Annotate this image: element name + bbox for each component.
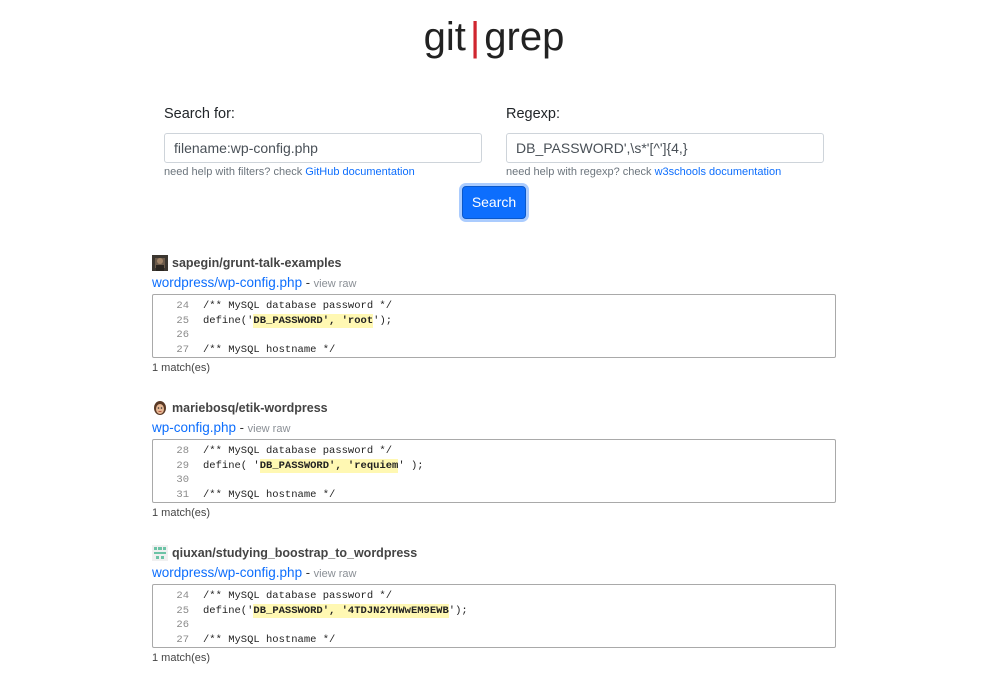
code-line: 30	[153, 473, 835, 488]
code-text: /** MySQL hostname */	[203, 343, 336, 356]
line-number: 26	[176, 619, 189, 631]
line-number: 28	[176, 445, 189, 457]
result-card: mariebosq/etik-wordpress wp-config.php -…	[152, 399, 836, 520]
match-highlight: DB_PASSWORD', '4TDJN2YHWwEM9EWB	[253, 603, 449, 618]
line-number: 29	[176, 459, 189, 472]
view-raw-link[interactable]: view raw	[314, 568, 357, 580]
code-text: ');	[448, 604, 468, 617]
code-snippet: 24 /** MySQL database password */ 25 defin…	[152, 294, 836, 358]
match-count: 1 match(es)	[152, 507, 211, 519]
repo-name[interactable]: qiuxan/studying_boostrap_to_wordpress	[172, 546, 417, 560]
repo-avatar-icon	[152, 400, 168, 416]
result-card: qiuxan/studying_boostrap_to_wordpress wo…	[152, 544, 836, 665]
search-button[interactable]: Search	[462, 186, 526, 219]
site-logo[interactable]: git | grep	[0, 14, 988, 60]
code-line: 24 /** MySQL database password */	[153, 589, 835, 604]
code-text: /** MySQL hostname */	[203, 488, 336, 501]
file-separator: -	[302, 275, 314, 290]
code-text: ' );	[398, 459, 424, 472]
line-number: 24	[176, 300, 189, 312]
file-line: wp-config.php - view raw	[152, 419, 836, 437]
code-line: 28 /** MySQL database password */	[153, 444, 835, 459]
code-line: 25 define(' DB_PASSWORD', '4TDJN2YHWwEM9EW…	[153, 603, 835, 618]
regexp-help: need help with regexp? check w3schools d…	[506, 165, 824, 179]
match-highlight: DB_PASSWORD', 'requiem	[259, 458, 399, 473]
code-snippet: 28 /** MySQL database password */ 29 defin…	[152, 439, 836, 503]
code-text: /** MySQL database password */	[203, 445, 393, 457]
search-label: Search for:	[164, 106, 235, 122]
file-line: wordpress/wp-config.php - view raw	[152, 564, 836, 582]
result-card: sapegin/grunt-talk-examples wordpress/wp…	[152, 254, 836, 375]
file-separator: -	[302, 565, 314, 580]
file-link[interactable]: wordpress/wp-config.php	[152, 565, 302, 580]
code-line: 31 /** MySQL hostname */	[153, 488, 835, 503]
code-text: define('	[203, 314, 254, 327]
code-text: /** MySQL database password */	[203, 300, 393, 312]
code-snippet: 24 /** MySQL database password */ 25 defin…	[152, 584, 836, 648]
search-field-group: Search for: filename:wp-config.php need …	[164, 104, 482, 179]
line-number: 25	[176, 604, 189, 617]
file-line: wordpress/wp-config.php - view raw	[152, 274, 836, 292]
search-help: need help with filters? check GitHub doc…	[164, 165, 482, 179]
repo-name[interactable]: sapegin/grunt-talk-examples	[172, 256, 342, 270]
match-count: 1 match(es)	[152, 362, 211, 374]
github-docs-link[interactable]: GitHub documentation	[305, 166, 414, 178]
line-number: 27	[176, 633, 189, 646]
file-link[interactable]: wordpress/wp-config.php	[152, 275, 302, 290]
regexp-field-group: Regexp: DB_PASSWORD',\s*'[^']{4,} need h…	[506, 104, 824, 179]
code-line: 27 /** MySQL hostname */	[153, 343, 835, 358]
code-line: 24 /** MySQL database password */	[153, 299, 835, 314]
regexp-help-text: need help with regexp? check	[506, 166, 655, 178]
code-line: 25 define(' DB_PASSWORD', 'root ');	[153, 313, 835, 328]
view-raw-link[interactable]: view raw	[248, 423, 291, 435]
repo-avatar-icon	[152, 255, 168, 271]
code-text: /** MySQL database password */	[203, 590, 393, 602]
file-link[interactable]: wp-config.php	[152, 420, 236, 435]
repo-line: mariebosq/etik-wordpress	[152, 399, 836, 417]
code-text: /** MySQL hostname */	[203, 633, 336, 646]
search-help-text: need help with filters? check	[164, 166, 306, 178]
repo-avatar-icon	[152, 545, 168, 561]
line-number: 25	[176, 314, 189, 327]
regexp-input[interactable]: DB_PASSWORD',\s*'[^']{4,}	[506, 133, 824, 163]
logo-git: git	[423, 15, 466, 59]
line-number: 24	[176, 590, 189, 602]
logo-separator: |	[469, 15, 481, 59]
code-line: 29 define( ' DB_PASSWORD', 'requiem ' );	[153, 458, 835, 473]
line-number: 30	[176, 474, 189, 486]
w3schools-docs-link[interactable]: w3schools documentation	[655, 166, 782, 178]
view-raw-link[interactable]: view raw	[314, 278, 357, 290]
line-number: 26	[176, 329, 189, 341]
line-number: 31	[176, 488, 189, 501]
code-text: ');	[373, 314, 393, 327]
file-separator: -	[236, 420, 248, 435]
repo-line: sapegin/grunt-talk-examples	[152, 254, 836, 272]
line-number: 27	[176, 343, 189, 356]
repo-name[interactable]: mariebosq/etik-wordpress	[172, 401, 328, 415]
match-highlight: DB_PASSWORD', 'root	[253, 313, 374, 328]
search-input[interactable]: filename:wp-config.php	[164, 133, 482, 163]
code-line: 27 /** MySQL hostname */	[153, 633, 835, 648]
code-line: 26	[153, 328, 835, 343]
repo-line: qiuxan/studying_boostrap_to_wordpress	[152, 544, 836, 562]
code-text: define( '	[203, 459, 260, 472]
match-count: 1 match(es)	[152, 652, 211, 664]
regexp-label: Regexp:	[506, 106, 561, 122]
logo-grep: grep	[484, 15, 565, 59]
code-text: define('	[203, 604, 254, 617]
code-line: 26	[153, 618, 835, 633]
